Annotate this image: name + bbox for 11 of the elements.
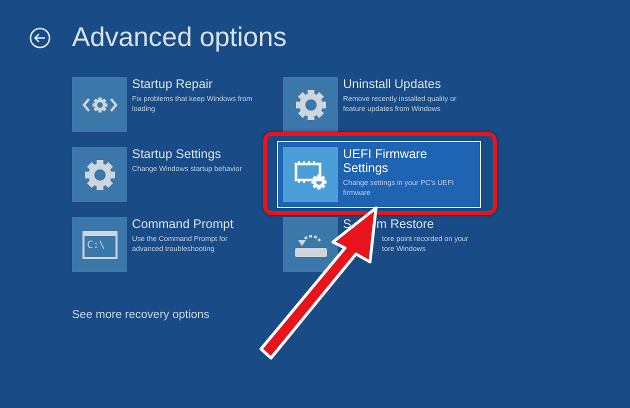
option-title: m Restore xyxy=(376,217,434,231)
option-title: Command Prompt xyxy=(132,217,234,231)
option-title: S xyxy=(343,217,352,231)
option-title: Startup Settings xyxy=(132,147,222,161)
more-options-link[interactable]: See more recovery options xyxy=(72,309,210,321)
option-title: Uninstall Updates xyxy=(343,77,442,91)
option-title: UEFI Firmware Settings xyxy=(343,147,428,175)
page-title: Advanced options xyxy=(72,22,287,53)
back-icon[interactable] xyxy=(29,26,51,48)
prompt-text: C:\ xyxy=(87,240,106,251)
option-title: Startup Repair xyxy=(132,77,214,91)
